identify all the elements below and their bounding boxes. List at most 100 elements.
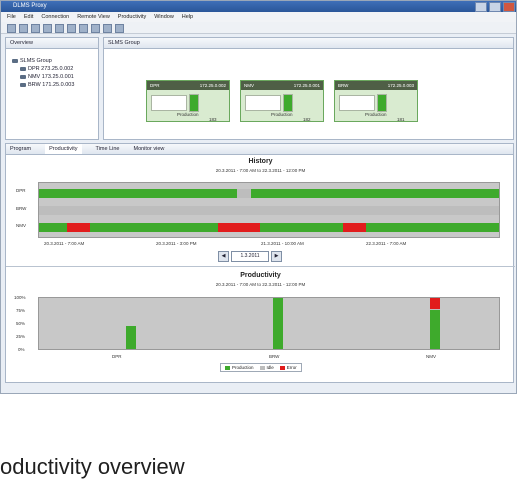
- y-tick: 100%: [14, 295, 26, 300]
- divider: [6, 266, 515, 267]
- machine-image: [151, 95, 187, 111]
- window-controls: [475, 2, 515, 12]
- productivity-bar-idle: [429, 309, 440, 311]
- menu-productivity[interactable]: Productivity: [118, 12, 146, 22]
- tree-item[interactable]: BRW 171.25.0.003: [12, 81, 92, 89]
- machine-icon: [20, 83, 26, 87]
- next-button[interactable]: ▶: [271, 251, 282, 262]
- machine-ip: 172.25.0.003: [387, 83, 414, 88]
- machine-card[interactable]: DPR 172.25.0.002 Production 183: [146, 80, 230, 122]
- legend-item: Production: [225, 365, 254, 370]
- tab-overview[interactable]: Overview: [6, 38, 98, 49]
- zoom-icon[interactable]: [103, 24, 112, 33]
- connect-icon[interactable]: [43, 24, 52, 33]
- menu-connection[interactable]: Connection: [41, 12, 69, 22]
- tab-productivity[interactable]: Productivity: [45, 144, 82, 154]
- productivity-pane: Program Productivity Time Line Monitor v…: [5, 143, 515, 383]
- history-segment-production: [39, 223, 67, 232]
- history-segment-production: [250, 189, 499, 198]
- legend-swatch: [225, 365, 230, 370]
- menu-window[interactable]: Window: [154, 12, 174, 22]
- y-tick: 50%: [16, 321, 26, 326]
- menu-bar: File Edit Connection Remote View Product…: [1, 12, 516, 22]
- machine-monitor-pane: SLMS Group DPR 172.25.0.002 Production 18…: [103, 37, 514, 140]
- tab-time-line[interactable]: Time Line: [96, 144, 120, 154]
- disconnect-icon[interactable]: [55, 24, 64, 33]
- machine-value: 183: [209, 117, 217, 122]
- tab-program[interactable]: Program: [10, 144, 31, 154]
- save-icon[interactable]: [31, 24, 40, 33]
- bottom-tab-bar: Program Productivity Time Line Monitor v…: [6, 144, 513, 155]
- machine-name: BRW: [338, 83, 349, 88]
- history-segment-production: [89, 223, 219, 232]
- history-segment-error: [218, 223, 260, 232]
- history-segment-idle: [236, 189, 251, 198]
- overview-pane: Overview SLMS Group DPR 273.25.0.002 NMV…: [5, 37, 99, 140]
- history-x-tick: 21.3.2011 - 10:00 AM: [261, 241, 304, 246]
- machine-image: [245, 95, 281, 111]
- history-x-tick: 20.3.2011 - 7:00 AM: [44, 241, 85, 246]
- productivity-bar-production: [273, 298, 284, 349]
- caption-text: oductivity overview: [0, 454, 185, 479]
- status-indicator: [189, 94, 199, 112]
- productivity-bar-production: [429, 310, 440, 349]
- tree-root[interactable]: SLMS Group: [12, 57, 92, 65]
- minimize-button[interactable]: [475, 2, 487, 12]
- machine-ip: 172.25.0.002: [199, 83, 226, 88]
- folder-icon: [12, 59, 18, 63]
- new-icon[interactable]: [7, 24, 16, 33]
- history-row-label: BRW: [16, 206, 27, 211]
- history-segment-error: [66, 223, 90, 232]
- menu-file[interactable]: File: [7, 12, 16, 22]
- maximize-button[interactable]: [489, 2, 501, 12]
- machine-status: Production: [177, 112, 199, 117]
- prev-button[interactable]: ◀: [218, 251, 229, 262]
- machine-icon: [20, 75, 26, 79]
- x-tick: BRW: [269, 354, 280, 359]
- legend-swatch: [279, 365, 285, 370]
- history-x-tick: 22.3.2011 - 7:00 AM: [366, 241, 407, 246]
- tab-slms-group[interactable]: SLMS Group: [104, 38, 513, 49]
- machine-card[interactable]: BRW 172.25.0.003 Production 181: [334, 80, 418, 122]
- y-tick: 0%: [18, 347, 25, 352]
- y-tick: 25%: [16, 334, 26, 339]
- machine-name: DPR: [150, 83, 160, 88]
- date-field[interactable]: 1.3.2011: [231, 251, 269, 262]
- tree-item[interactable]: NMV 173.25.0.001: [12, 73, 92, 81]
- open-icon[interactable]: [19, 24, 28, 33]
- productivity-legend: Production Idle Error: [220, 363, 302, 372]
- machine-status: Production: [365, 112, 387, 117]
- machine-name: NMV: [244, 83, 254, 88]
- y-tick: 75%: [16, 308, 26, 313]
- machine-card[interactable]: NMV 172.25.0.001 Production 182: [240, 80, 324, 122]
- productivity-plot: [38, 297, 500, 350]
- legend-swatch: [259, 365, 265, 370]
- refresh-icon[interactable]: [67, 24, 76, 33]
- machine-value: 182: [303, 117, 311, 122]
- machine-status: Production: [271, 112, 293, 117]
- machine-icon: [20, 67, 26, 71]
- productivity-bar-production: [126, 325, 136, 349]
- settings-icon[interactable]: [115, 24, 124, 33]
- machine-value: 181: [397, 117, 405, 122]
- menu-edit[interactable]: Edit: [24, 12, 33, 22]
- x-tick: DPR: [112, 354, 122, 359]
- toolbar: [1, 22, 516, 34]
- play-icon[interactable]: [79, 24, 88, 33]
- productivity-title: Productivity: [240, 272, 281, 279]
- status-indicator: [283, 94, 293, 112]
- history-segment-idle: [39, 206, 499, 215]
- close-button[interactable]: [503, 2, 515, 12]
- stop-icon[interactable]: [91, 24, 100, 33]
- history-segment-error: [342, 223, 366, 232]
- machine-ip: 172.25.0.001: [293, 83, 320, 88]
- machine-image: [339, 95, 375, 111]
- history-subtitle: 20.3.2011 - 7:00 AM to 22.3.2011 - 12:00…: [215, 168, 306, 173]
- window-title: DLMS Proxy: [13, 3, 47, 9]
- x-tick: NMV: [426, 354, 436, 359]
- history-row-label: NMV: [16, 223, 26, 228]
- menu-remote-view[interactable]: Remote View: [77, 12, 110, 22]
- tab-monitor-view[interactable]: Monitor view: [133, 144, 164, 154]
- menu-help[interactable]: Help: [182, 12, 193, 22]
- tree-item[interactable]: DPR 273.25.0.002: [12, 65, 92, 73]
